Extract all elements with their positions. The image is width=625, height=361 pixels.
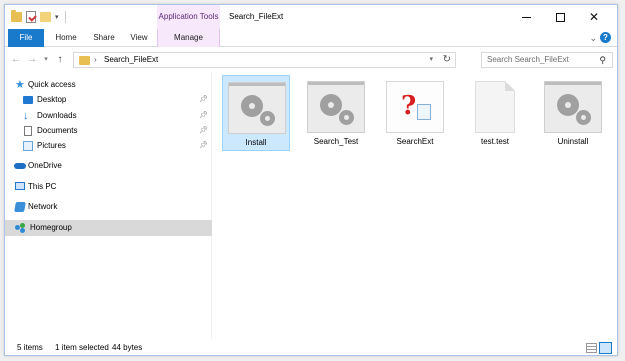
documents-icon	[24, 126, 32, 136]
downloads-icon: ↓	[23, 110, 29, 122]
sidebar-item-label: Homegroup	[30, 223, 72, 232]
item-count: 5 items	[17, 343, 43, 352]
forward-button[interactable]: →	[25, 52, 39, 68]
search-input[interactable]: Search Search_FileExt ⚲	[481, 52, 613, 68]
script-icon: ?	[386, 81, 444, 133]
tab-manage[interactable]: Manage	[157, 29, 220, 47]
sidebar-item-label: Network	[28, 202, 58, 211]
file-item-searchext[interactable]: ? SearchExt	[381, 75, 449, 151]
ribbon-tabs: File Home Share View Manage ⌄ ?	[5, 29, 617, 47]
up-button[interactable]: ↑	[53, 52, 67, 68]
toolbar-divider	[64, 11, 66, 23]
selection-status: 1 item selected	[55, 343, 109, 352]
folder-icon	[79, 56, 90, 65]
sidebar-item-documents[interactable]: Documents 📌︎	[5, 123, 212, 139]
search-icon[interactable]: ⚲	[599, 53, 606, 67]
close-button[interactable]: ✕	[577, 5, 611, 29]
sidebar-item-desktop[interactable]: Desktop 📌︎	[5, 92, 212, 108]
address-bar[interactable]: › Search_FileExt ▾ ↻	[73, 52, 456, 68]
expand-ribbon-icon[interactable]: ⌄	[589, 33, 597, 44]
file-name: test.test	[480, 137, 509, 146]
sidebar-item-label: Documents	[37, 126, 78, 135]
tab-home[interactable]: Home	[49, 29, 83, 47]
details-view-icon[interactable]	[586, 343, 597, 353]
pin-icon[interactable]: 📌︎	[199, 138, 208, 154]
file-item-uninstall[interactable]: Uninstall	[539, 75, 607, 151]
homegroup-icon	[15, 223, 27, 233]
sidebar-item-label: Desktop	[37, 95, 67, 104]
sidebar-item-this-pc[interactable]: This PC	[5, 179, 212, 195]
tab-share[interactable]: Share	[87, 29, 121, 47]
blank-file-icon	[475, 81, 515, 133]
address-path[interactable]: Search_FileExt	[104, 53, 158, 67]
context-tab-header: Application Tools	[157, 5, 220, 29]
pin-icon[interactable]: 📌︎	[199, 108, 208, 124]
address-row: ← → ▾ ↑ › Search_FileExt ▾ ↻ Search Sear…	[5, 48, 617, 72]
maximize-button[interactable]	[543, 5, 577, 29]
star-icon: ★	[15, 79, 25, 91]
refresh-icon[interactable]: ↻	[443, 53, 451, 67]
navigation-pane: ★ Quick access Desktop 📌︎ ↓ Downloads 📌︎…	[5, 72, 212, 339]
explorer-window: ▾ Application Tools Search_FileExt ✕ Fil…	[4, 4, 618, 356]
chevron-down-icon[interactable]: ▾	[55, 13, 59, 21]
file-name: SearchExt	[396, 137, 434, 146]
tab-view[interactable]: View	[123, 29, 155, 47]
minimize-icon	[521, 16, 531, 18]
sidebar-item-label: OneDrive	[28, 161, 62, 170]
application-icon	[307, 81, 365, 133]
pin-icon[interactable]: 📌︎	[199, 123, 208, 139]
back-button[interactable]: ←	[9, 52, 23, 68]
chevron-right-icon[interactable]: ›	[94, 53, 97, 67]
properties-icon[interactable]	[26, 11, 36, 23]
recent-locations-button[interactable]: ▾	[41, 52, 51, 68]
sidebar-item-quick-access[interactable]: ★ Quick access	[5, 77, 212, 93]
file-item-search-test[interactable]: Search_Test	[302, 75, 370, 151]
address-dropdown-icon[interactable]: ▾	[429, 53, 433, 67]
sidebar-item-label: Pictures	[37, 141, 66, 150]
large-icons-view-icon[interactable]	[599, 342, 612, 354]
window-title: Search_FileExt	[229, 12, 284, 21]
file-name: Uninstall	[557, 137, 589, 146]
status-bar: 5 items 1 item selected 44 bytes	[5, 339, 617, 355]
sidebar-item-homegroup[interactable]: Homegroup	[5, 220, 212, 236]
file-list: Install Search_Test ? SearchExt test.tes…	[213, 72, 617, 339]
file-item-test-test[interactable]: test.test	[461, 75, 529, 151]
maximize-icon	[555, 12, 565, 22]
application-icon	[228, 82, 286, 134]
quick-access-toolbar: ▾	[11, 10, 66, 24]
sidebar-item-label: Quick access	[28, 80, 76, 89]
tab-file[interactable]: File	[8, 29, 44, 47]
new-folder-icon[interactable]	[40, 12, 51, 22]
sidebar-item-label: This PC	[28, 182, 57, 191]
pictures-icon	[23, 141, 33, 151]
file-name: Install	[245, 138, 267, 147]
selection-size: 44 bytes	[112, 343, 143, 352]
folder-icon[interactable]	[11, 10, 22, 22]
file-name: Search_Test	[313, 137, 359, 146]
sidebar-item-onedrive[interactable]: OneDrive	[5, 158, 212, 174]
sidebar-item-pictures[interactable]: Pictures 📌︎	[5, 138, 212, 154]
search-placeholder[interactable]: Search Search_FileExt	[487, 53, 569, 67]
network-icon	[14, 202, 26, 212]
sidebar-item-network[interactable]: Network	[5, 199, 212, 215]
help-icon[interactable]: ?	[600, 32, 611, 43]
minimize-button[interactable]	[509, 5, 543, 29]
sidebar-item-label: Downloads	[37, 111, 77, 120]
pin-icon[interactable]: 📌︎	[199, 92, 208, 108]
application-icon	[544, 81, 602, 133]
onedrive-icon	[14, 163, 26, 169]
file-item-install[interactable]: Install	[222, 75, 290, 151]
sidebar-item-downloads[interactable]: ↓ Downloads 📌︎	[5, 108, 212, 124]
this-pc-icon	[15, 182, 25, 190]
close-icon: ✕	[588, 10, 600, 24]
desktop-icon	[23, 96, 33, 104]
title-bar: ▾ Application Tools Search_FileExt ✕	[5, 5, 617, 29]
